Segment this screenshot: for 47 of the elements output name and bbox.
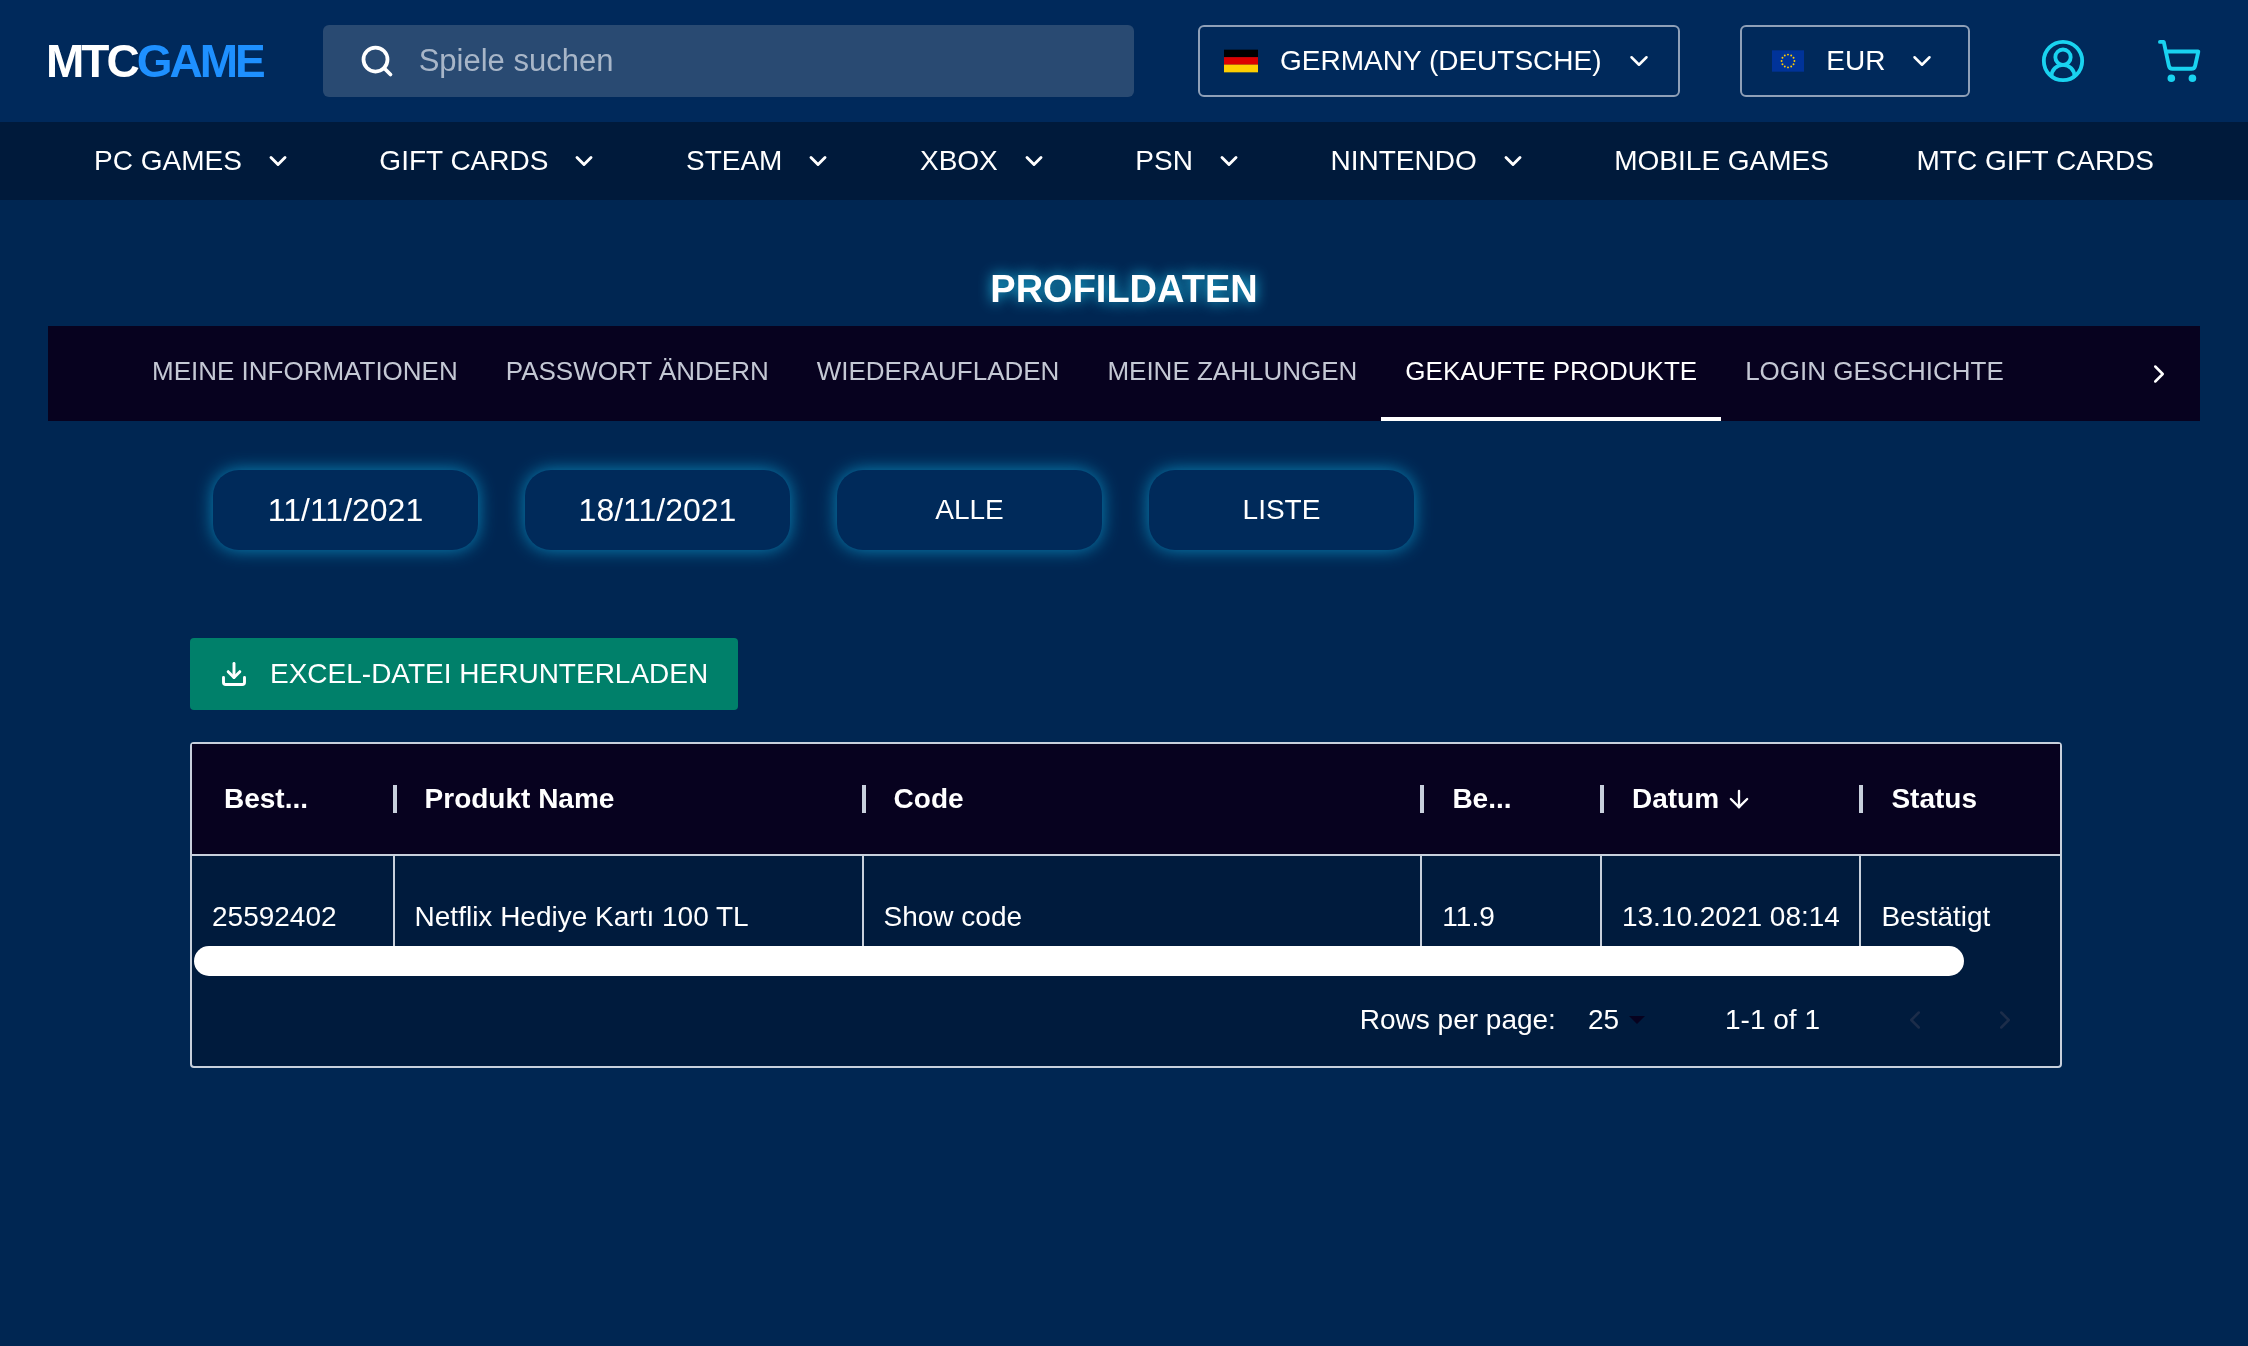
nav-item[interactable]: PSN — [1135, 140, 1243, 182]
user-account-icon[interactable] — [2040, 38, 2086, 84]
scrollbar-thumb[interactable] — [194, 946, 1964, 976]
nav-item[interactable]: MTC GIFT CARDS — [1916, 140, 2154, 182]
table-cell-text: 11.9 — [1442, 900, 1495, 934]
search-input[interactable]: Spiele suchen — [418, 37, 1098, 85]
pagination-range: 1-1 of 1 — [1725, 1003, 1820, 1037]
country-dropdown[interactable]: GERMANY (DEUTSCHE) — [1197, 25, 1680, 97]
profile-tab[interactable]: LOGIN GESCHICHTE — [1721, 326, 2028, 421]
table-cell-text: Bestätigt — [1881, 900, 1991, 934]
profile-tab[interactable]: MEINE ZAHLUNGEN — [1083, 326, 1382, 421]
search-field[interactable]: Spiele suchen — [322, 25, 1134, 97]
download-icon — [220, 660, 248, 688]
currency-dropdown[interactable]: EUR — [1739, 25, 1970, 97]
column-header[interactable]: Datum — [1632, 778, 1754, 820]
profile-tab[interactable]: GEKAUFTE PRODUKTE — [1381, 326, 1722, 421]
filter-button[interactable]: ALLE — [837, 470, 1102, 550]
column-header[interactable]: Best... — [224, 778, 309, 820]
column-header[interactable]: Produkt Name — [424, 778, 615, 820]
column-header[interactable]: Status — [1891, 778, 1977, 820]
nav-item[interactable]: XBOX — [920, 140, 1048, 182]
nav-item[interactable]: PC GAMES — [94, 140, 292, 182]
date-picker-button[interactable]: 18/11/2021 — [525, 470, 790, 550]
column-header[interactable]: Be... — [1452, 778, 1512, 820]
filter-button[interactable]: LISTE — [1149, 470, 1414, 550]
table-cell-text: 25592402 — [212, 900, 337, 934]
table-cell-text: 13.10.2021 08:14 — [1621, 900, 1840, 934]
cart-icon[interactable] — [2156, 38, 2202, 84]
rows-per-page-label: Rows per page: — [1359, 1003, 1556, 1037]
column-header[interactable]: Code — [893, 778, 964, 820]
rows-per-page-select[interactable]: 25 — [1587, 999, 1646, 1041]
logo[interactable]: MTCGAME — [46, 38, 263, 84]
download-button[interactable]: EXCEL-DATEI HERUNTERLADEN — [190, 638, 739, 710]
profile-tab[interactable]: PASSWORT ÄNDERN — [481, 326, 793, 421]
dropdown-triangle-icon — [1629, 1016, 1646, 1024]
date-picker-button[interactable]: 11/11/2021 — [213, 470, 478, 550]
nav-item[interactable]: NINTENDO — [1330, 140, 1527, 182]
profile-tab[interactable]: MEINE INFORMATIONEN — [128, 326, 482, 421]
nav-item[interactable]: GIFT CARDS — [379, 140, 599, 182]
germany-flag-icon — [1224, 49, 1259, 73]
page-title: PROFILDATEN — [990, 270, 1258, 308]
table-cell-text: Netflix Hediye Kartı 100 TL — [414, 900, 749, 934]
profile-tab[interactable]: WIEDERAUFLADEN — [792, 326, 1084, 421]
nav-item[interactable]: MOBILE GAMES — [1614, 140, 1829, 182]
table-cell-text: Show code — [883, 900, 1023, 934]
nav-item[interactable]: STEAM — [685, 140, 833, 182]
eu-flag-icon — [1772, 50, 1805, 72]
